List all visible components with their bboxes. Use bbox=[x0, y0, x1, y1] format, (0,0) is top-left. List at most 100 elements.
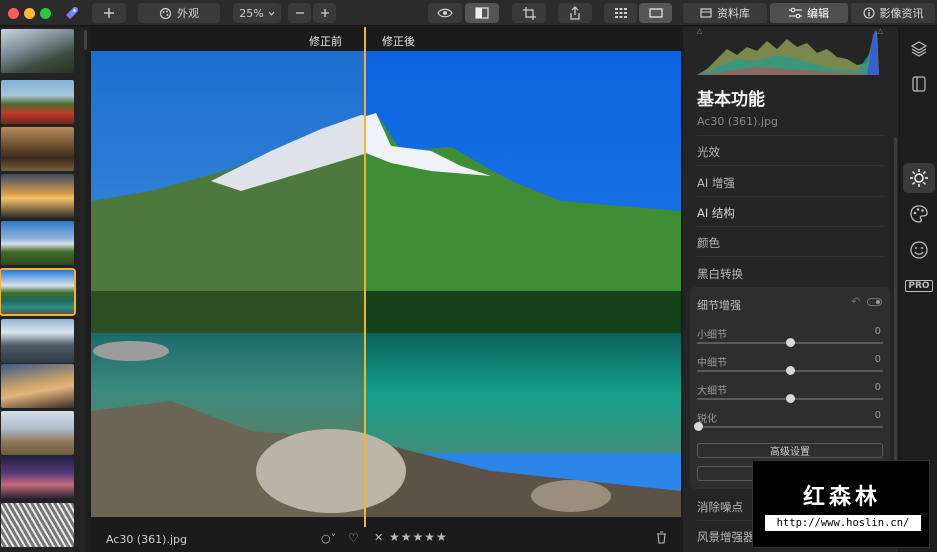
info-icon bbox=[862, 7, 875, 19]
eye-icon bbox=[437, 8, 453, 18]
rating-stars[interactable]: ★★★★★ bbox=[389, 530, 448, 544]
medium-detail-slider[interactable] bbox=[697, 366, 883, 375]
slider-value-medium-detail[interactable]: 0 bbox=[875, 354, 881, 365]
before-label: 修正前 bbox=[309, 35, 342, 48]
slider-label-small-detail: 小细节 bbox=[697, 330, 727, 341]
rocket-icon[interactable] bbox=[64, 5, 80, 21]
divider bbox=[697, 196, 883, 197]
zoom-out-button[interactable] bbox=[288, 3, 311, 23]
slider-value-large-detail[interactable]: 0 bbox=[875, 382, 881, 393]
tab-library[interactable]: 资料库 bbox=[683, 3, 767, 23]
close-window-button[interactable] bbox=[8, 8, 19, 19]
thumbnail-9[interactable] bbox=[1, 411, 74, 455]
large-detail-slider[interactable] bbox=[697, 394, 883, 403]
thumbnail-6-selected[interactable] bbox=[0, 268, 76, 316]
panel-scrollbar[interactable] bbox=[894, 137, 897, 477]
sharpen-slider[interactable] bbox=[694, 422, 883, 431]
minus-icon bbox=[295, 12, 304, 14]
thumbnail-11[interactable] bbox=[1, 503, 74, 547]
portrait-face-icon[interactable] bbox=[908, 239, 930, 261]
section-color[interactable]: 颜色 bbox=[697, 235, 720, 251]
top-toolbar: 外观 25% 资料库 编辑 影像资讯 bbox=[0, 0, 937, 26]
thumbnail-3[interactable] bbox=[1, 127, 74, 171]
slider-knob[interactable] bbox=[786, 394, 795, 403]
zoom-select[interactable]: 25% bbox=[233, 3, 281, 23]
essentials-sun-icon[interactable] bbox=[903, 163, 935, 193]
heart-icon[interactable]: ♡ bbox=[348, 531, 359, 545]
small-detail-slider[interactable] bbox=[697, 338, 883, 347]
single-frame-icon bbox=[648, 8, 663, 18]
thumbnail-10[interactable] bbox=[1, 456, 74, 500]
watermark-url: http://www.hoslin.cn/ bbox=[765, 515, 921, 531]
canvas-icon[interactable] bbox=[908, 73, 930, 95]
section-landscape-enhancer[interactable]: 风景增强器 bbox=[697, 529, 755, 545]
highlight-clipping-indicator[interactable]: △ bbox=[878, 27, 883, 35]
tab-info[interactable]: 影像资讯 bbox=[851, 3, 935, 23]
creative-palette-icon[interactable] bbox=[908, 203, 930, 225]
split-compare-icon bbox=[475, 7, 489, 19]
tab-info-label: 影像资讯 bbox=[879, 7, 924, 20]
share-button[interactable] bbox=[558, 3, 592, 23]
slider-value-sharpen[interactable]: 0 bbox=[875, 410, 881, 421]
plus-icon bbox=[320, 9, 329, 17]
details-enhancer-title[interactable]: 细节增强 bbox=[697, 297, 741, 313]
thumbnail-7[interactable] bbox=[1, 319, 74, 363]
section-bw-conversion[interactable]: 黑白转换 bbox=[697, 266, 743, 282]
section-noise-removal[interactable]: 消除噪点 bbox=[697, 499, 743, 515]
library-icon bbox=[700, 8, 712, 18]
section-light[interactable]: 光效 bbox=[697, 144, 720, 160]
pro-label: PRO bbox=[905, 280, 933, 292]
slider-knob[interactable] bbox=[694, 422, 703, 431]
divider bbox=[697, 226, 883, 227]
divider bbox=[697, 165, 883, 166]
zoom-in-button[interactable] bbox=[313, 3, 336, 23]
section-ai-structure[interactable]: AI 结构 bbox=[697, 205, 735, 221]
layers-icon[interactable] bbox=[908, 38, 930, 60]
add-button[interactable] bbox=[92, 3, 126, 23]
slider-label-large-detail: 大细节 bbox=[697, 386, 727, 397]
slider-knob[interactable] bbox=[786, 338, 795, 347]
section-ai-enhance[interactable]: AI 增强 bbox=[697, 175, 735, 191]
filmstrip bbox=[0, 27, 85, 552]
preview-toggle-button[interactable] bbox=[428, 3, 462, 23]
photo-image bbox=[91, 51, 681, 517]
appearance-icon bbox=[159, 7, 172, 19]
thumbnail-4[interactable] bbox=[1, 174, 74, 218]
appearance-button[interactable]: 外观 bbox=[138, 3, 220, 23]
panel-filename: Ac30 (361).jpg bbox=[697, 115, 778, 128]
divider bbox=[697, 135, 883, 136]
filmstrip-scrollbar[interactable] bbox=[84, 30, 87, 50]
slider-knob[interactable] bbox=[786, 366, 795, 375]
grid-view-button[interactable] bbox=[604, 3, 637, 23]
thumbnail-1[interactable] bbox=[1, 29, 74, 73]
sliders-icon bbox=[789, 7, 802, 19]
preview-filename: Ac30 (361).jpg bbox=[106, 533, 187, 546]
reset-icon[interactable]: ↶ bbox=[851, 295, 860, 308]
crop-icon bbox=[522, 6, 536, 20]
zoom-window-button[interactable] bbox=[40, 8, 51, 19]
single-view-button[interactable] bbox=[639, 3, 672, 23]
pro-icon[interactable]: PRO bbox=[905, 275, 933, 297]
grid-icon bbox=[614, 8, 627, 18]
minimize-window-button[interactable] bbox=[24, 8, 35, 19]
tab-library-label: 资料库 bbox=[717, 7, 750, 20]
divider bbox=[697, 256, 883, 257]
slider-value-small-detail[interactable]: 0 bbox=[875, 326, 881, 337]
after-label: 修正後 bbox=[382, 35, 415, 48]
thumbnail-5[interactable] bbox=[1, 221, 74, 265]
share-icon bbox=[570, 6, 580, 20]
reject-icon[interactable]: ✕ bbox=[374, 531, 383, 544]
shadow-clipping-indicator[interactable]: △ bbox=[697, 27, 702, 35]
trash-icon[interactable] bbox=[656, 531, 667, 547]
thumbnail-2[interactable] bbox=[1, 80, 74, 124]
color-label-icon[interactable]: ○˅ bbox=[321, 532, 336, 545]
compare-view-button[interactable] bbox=[465, 3, 499, 23]
thumbnail-8[interactable] bbox=[1, 364, 74, 408]
crop-button[interactable] bbox=[512, 3, 546, 23]
appearance-label: 外观 bbox=[177, 7, 199, 20]
photo-preview[interactable]: 修正前 修正後 Ac30 (361).jpg ○˅ ♡ ✕ ★★★★★ bbox=[90, 27, 683, 552]
toggle-switch[interactable] bbox=[867, 298, 882, 306]
tab-edit[interactable]: 编辑 bbox=[770, 3, 848, 23]
compare-divider[interactable] bbox=[364, 27, 366, 527]
advanced-settings-button[interactable]: 高级设置 bbox=[697, 443, 883, 458]
